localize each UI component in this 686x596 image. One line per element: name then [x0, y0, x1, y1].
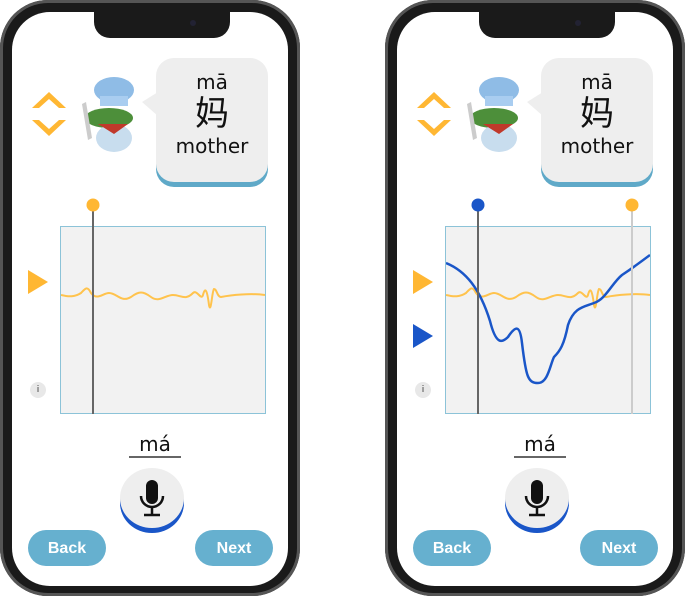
notch	[94, 12, 230, 38]
answer-syllable: má	[129, 432, 181, 458]
chef-crocodile-mascot	[467, 77, 519, 152]
phone-left: mā 妈 mother i má Back Next	[0, 0, 300, 596]
scroll-arrows-icon[interactable]	[28, 86, 70, 142]
next-button[interactable]: Next	[195, 530, 273, 566]
hanzi: 妈	[195, 94, 229, 134]
playhead-start[interactable]	[469, 198, 489, 414]
back-button[interactable]: Back	[28, 530, 106, 566]
playhead-end[interactable]	[623, 198, 643, 414]
scroll-arrows-icon[interactable]	[413, 86, 455, 142]
english: mother	[175, 134, 249, 158]
chef-crocodile-mascot	[82, 77, 134, 152]
next-button[interactable]: Next	[580, 530, 658, 566]
answer-syllable: má	[514, 432, 566, 458]
word-card: mā 妈 mother	[156, 58, 268, 182]
microphone-icon	[524, 480, 550, 517]
camera	[190, 20, 196, 26]
english: mother	[560, 134, 634, 158]
microphone-icon	[139, 480, 165, 517]
hanzi: 妈	[580, 94, 614, 134]
play-reference-icon[interactable]	[28, 270, 50, 296]
record-button[interactable]	[505, 468, 569, 528]
play-recording-icon[interactable]	[413, 324, 435, 350]
phone-right: mā 妈 mother i má Back Next	[385, 0, 685, 596]
word-card: mā 妈 mother	[541, 58, 653, 182]
pinyin: mā	[581, 70, 613, 94]
info-button[interactable]: i	[415, 382, 431, 398]
record-button[interactable]	[120, 468, 184, 528]
app-screen: mā 妈 mother i má Back Next	[397, 12, 673, 586]
info-button[interactable]: i	[30, 382, 46, 398]
camera	[575, 20, 581, 26]
back-button[interactable]: Back	[413, 530, 491, 566]
notch	[479, 12, 615, 38]
playhead[interactable]	[84, 198, 104, 414]
play-reference-icon[interactable]	[413, 270, 435, 296]
app-screen: mā 妈 mother i má Back Next	[12, 12, 288, 586]
pinyin: mā	[196, 70, 228, 94]
